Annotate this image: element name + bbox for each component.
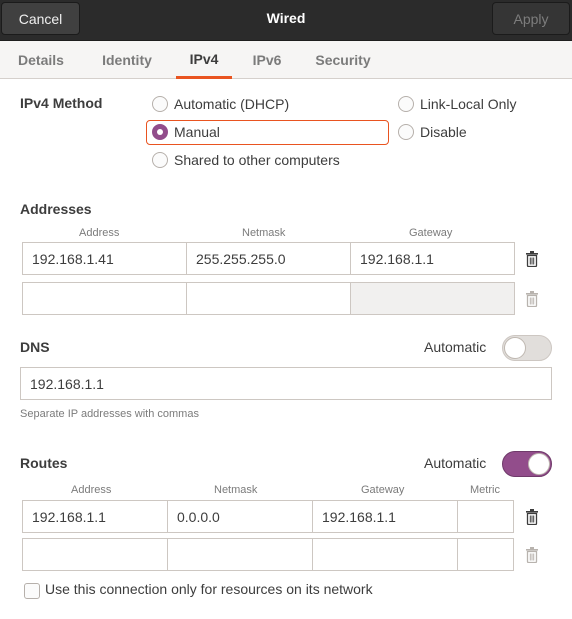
route-metric-field[interactable]: [457, 500, 514, 533]
addresses-col-gateway: Gateway: [409, 227, 453, 239]
dns-automatic-switch[interactable]: [502, 335, 552, 361]
routes-title: Routes: [20, 455, 68, 471]
tab-details[interactable]: Details: [8, 41, 74, 79]
routes-automatic-label: Automatic: [424, 455, 487, 471]
tab-bar: Details Identity IPv4 IPv6 Security: [0, 41, 572, 79]
route-address-field[interactable]: [22, 538, 168, 571]
delete-address-button[interactable]: [524, 250, 540, 268]
radio-button[interactable]: [152, 96, 168, 112]
dns-title: DNS: [20, 339, 50, 355]
trash-icon: [526, 547, 538, 563]
addresses-title: Addresses: [20, 201, 92, 217]
routes-col-gateway: Gateway: [361, 484, 405, 496]
routes-col-netmask: Netmask: [214, 484, 258, 496]
radio-label: Manual: [174, 124, 220, 140]
radio-button[interactable]: [152, 152, 168, 168]
radio-label: Disable: [420, 124, 467, 140]
route-netmask-field[interactable]: [167, 538, 313, 571]
radio-shared[interactable]: Shared to other computers: [152, 148, 340, 172]
address-field[interactable]: [22, 282, 187, 315]
route-netmask-field[interactable]: 0.0.0.0: [167, 500, 313, 533]
tab-security[interactable]: Security: [304, 41, 382, 79]
apply-button[interactable]: Apply: [492, 2, 570, 35]
addresses-col-netmask: Netmask: [242, 227, 286, 239]
delete-address-button[interactable]: [524, 290, 540, 308]
routes-col-address: Address: [71, 484, 112, 496]
dns-hint: Separate IP addresses with commas: [20, 408, 199, 420]
netmask-field[interactable]: [186, 282, 351, 315]
dns-automatic-label: Automatic: [424, 339, 487, 355]
route-address-field[interactable]: 192.168.1.1: [22, 500, 168, 533]
trash-icon: [526, 291, 538, 307]
radio-disable[interactable]: Disable: [398, 120, 467, 144]
tab-ipv6[interactable]: IPv6: [240, 41, 294, 79]
route-gateway-field[interactable]: [312, 538, 458, 571]
radio-label: Link-Local Only: [420, 96, 517, 112]
radio-button[interactable]: [152, 124, 168, 140]
tab-ipv4[interactable]: IPv4: [176, 41, 232, 79]
addresses-col-address: Address: [79, 227, 120, 239]
header-bar: Cancel Wired Apply: [0, 0, 572, 41]
delete-route-button[interactable]: [524, 508, 540, 526]
address-field[interactable]: 192.168.1.41: [22, 242, 187, 275]
switch-knob: [528, 453, 550, 475]
radio-label: Shared to other computers: [174, 152, 340, 168]
tab-identity[interactable]: Identity: [88, 41, 166, 79]
ipv4-method-label: IPv4 Method: [20, 95, 103, 111]
switch-knob: [504, 337, 526, 359]
radio-button[interactable]: [398, 124, 414, 140]
cancel-button[interactable]: Cancel: [1, 2, 80, 35]
dns-field[interactable]: 192.168.1.1: [20, 367, 552, 400]
radio-automatic-dhcp[interactable]: Automatic (DHCP): [152, 92, 289, 116]
radio-label: Automatic (DHCP): [174, 96, 290, 112]
radio-button[interactable]: [398, 96, 414, 112]
route-metric-field[interactable]: [457, 538, 514, 571]
trash-icon: [526, 251, 538, 267]
only-local-label: Use this connection only for resources o…: [45, 581, 373, 597]
delete-route-button[interactable]: [524, 546, 540, 564]
only-local-checkbox[interactable]: [24, 583, 40, 599]
dialog-title: Wired: [266, 10, 306, 26]
routes-automatic-switch[interactable]: [502, 451, 552, 477]
radio-manual[interactable]: Manual: [152, 120, 220, 144]
gateway-field[interactable]: 192.168.1.1: [350, 242, 515, 275]
trash-icon: [526, 509, 538, 525]
routes-col-metric: Metric: [470, 484, 500, 496]
route-gateway-field[interactable]: 192.168.1.1: [312, 500, 458, 533]
gateway-field[interactable]: [350, 282, 515, 315]
radio-link-local-only[interactable]: Link-Local Only: [398, 92, 517, 116]
netmask-field[interactable]: 255.255.255.0: [186, 242, 351, 275]
